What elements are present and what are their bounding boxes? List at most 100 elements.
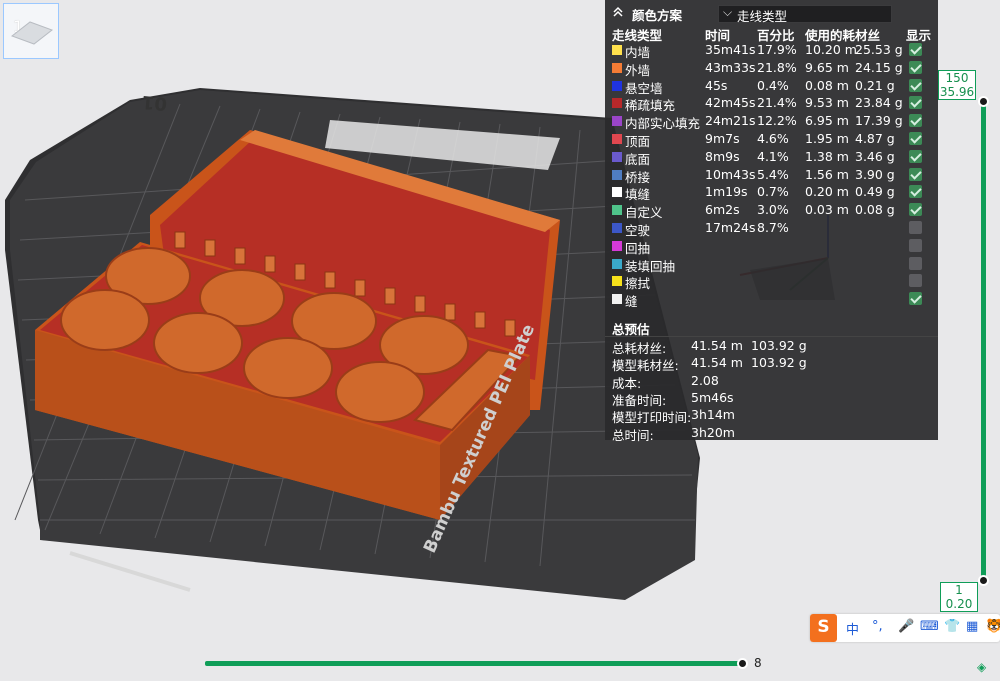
collapse-chevron-icon[interactable]	[611, 5, 625, 19]
ime-language-toggle[interactable]: 中	[846, 619, 859, 638]
visibility-checkbox[interactable]	[909, 149, 922, 163]
legend-weight: 17.39 g	[855, 113, 903, 129]
top-layer-handle[interactable]	[978, 96, 989, 107]
legend-percent: 21.4%	[757, 95, 797, 111]
summary-value: 3h14m	[691, 407, 735, 423]
legend-length: 10.20 m	[805, 42, 857, 57]
legend-row: 填缝 1m19s 0.7% 0.20 m 0.49 g	[605, 184, 938, 202]
sogou-logo-icon[interactable]: S	[810, 614, 837, 642]
legend-color-swatch	[612, 205, 622, 216]
bottom-layer-height: 0.20	[945, 597, 973, 611]
legend-color-swatch	[612, 151, 622, 162]
legend-color-swatch	[612, 62, 622, 73]
legend-percent: 12.2%	[757, 113, 797, 129]
summary-value: 41.54 m	[691, 355, 743, 371]
legend-color-swatch	[612, 223, 622, 233]
view-type-select[interactable]: ⌵ 走线类型	[718, 5, 892, 24]
legend-time: 35m41s	[705, 42, 756, 57]
visibility-checkbox[interactable]	[909, 114, 922, 128]
visibility-checkbox[interactable]	[909, 167, 922, 181]
visibility-checkbox[interactable]	[909, 185, 922, 199]
summary-value: 5m46s	[691, 389, 734, 405]
visibility-checkbox[interactable]	[909, 132, 922, 145]
bottom-layer-handle[interactable]	[978, 575, 989, 586]
microphone-icon[interactable]: 🎤	[898, 619, 914, 634]
legend-weight: 0.21 g	[855, 77, 895, 93]
move-slider-handle[interactable]	[737, 658, 748, 669]
legend-feature-name: 内墙	[625, 45, 651, 60]
legend-percent: 0.7%	[757, 184, 789, 200]
ime-punctuation-toggle[interactable]: °,	[872, 619, 883, 634]
legend-row: 稀疏填充 42m45s 21.4% 9.53 m 23.84 g	[605, 95, 938, 113]
legend-weight: 0.08 g	[855, 202, 895, 218]
legend-feature-name: 稀疏填充	[625, 98, 676, 114]
summary-value-2: 103.92 g	[751, 355, 807, 371]
legend-column-headers: 走线类型 时间 百分比 使用的耗材丝 显示	[605, 25, 938, 43]
summary-row: 模型打印时间: 3h14m	[605, 407, 938, 425]
legend-length: 9.65 m	[805, 59, 849, 75]
ime-toolbar: S 中 °, 🎤 ⌨ 👕 ▦ 🐯	[810, 614, 1000, 642]
legend-row: 装填回抽	[605, 256, 938, 274]
plate-preview-icon	[10, 21, 54, 45]
visibility-checkbox[interactable]	[909, 78, 922, 92]
legend-time: 1m19s	[705, 184, 748, 200]
top-layer-label: 150 35.96	[938, 70, 976, 100]
legend-color-swatch	[612, 294, 622, 305]
legend-time: 9m7s	[705, 131, 740, 146]
legend-length: 0.03 m	[805, 202, 849, 218]
apps-grid-icon[interactable]: ▦	[966, 619, 978, 634]
legend-feature-name: 缝	[625, 294, 638, 310]
legend-color-swatch	[612, 134, 622, 144]
legend-percent: 4.1%	[757, 148, 789, 164]
summary-value: 2.08	[691, 372, 719, 388]
legend-weight: 25.53 g	[855, 42, 903, 57]
visibility-checkbox[interactable]	[909, 256, 922, 270]
visibility-checkbox[interactable]	[909, 292, 922, 306]
legend-length: 6.95 m	[805, 113, 849, 129]
visibility-checkbox[interactable]	[909, 274, 922, 288]
legend-row: 回抽	[605, 238, 938, 256]
chevron-down-icon: ⌵	[723, 5, 733, 19]
legend-percent: 0.4%	[757, 77, 789, 93]
summary-label: 准备时间:	[612, 392, 667, 408]
keyboard-icon[interactable]: ⌨	[920, 619, 939, 634]
move-slider-value: 8	[754, 656, 762, 670]
visibility-checkbox[interactable]	[909, 60, 922, 74]
summary-row: 总耗材丝: 41.54 m 103.92 g	[605, 338, 938, 356]
legend-feature-name: 内部实心填充	[625, 116, 701, 132]
summary-label: 总时间:	[612, 427, 654, 443]
visibility-checkbox[interactable]	[909, 96, 922, 110]
mascot-icon[interactable]: 🐯	[986, 619, 1000, 634]
summary-value: 41.54 m	[691, 338, 743, 353]
legend-feature-name: 填缝	[625, 187, 651, 203]
visibility-checkbox[interactable]	[909, 43, 922, 56]
legend-color-swatch	[612, 80, 622, 91]
summary-label: 总耗材丝:	[612, 341, 667, 356]
legend-color-swatch	[612, 187, 622, 198]
layer-slider-track[interactable]	[981, 102, 986, 580]
view-type-value: 走线类型	[737, 9, 788, 24]
visibility-checkbox[interactable]	[909, 221, 922, 234]
legend-color-swatch	[612, 240, 622, 251]
legend-percent: 8.7%	[757, 220, 789, 235]
legend-length: 9.53 m	[805, 95, 849, 111]
legend-length: 0.20 m	[805, 184, 849, 200]
legend-color-swatch	[612, 98, 622, 109]
layers-icon[interactable]: ◈	[977, 660, 986, 674]
move-slider-track[interactable]	[205, 661, 742, 666]
legend-time: 42m45s	[705, 95, 756, 111]
plate-thumbnail[interactable]: 1	[3, 3, 59, 59]
summary-label: 成本:	[612, 375, 642, 391]
gcode-legend-panel: 颜色方案 ⌵ 走线类型 走线类型 时间 百分比 使用的耗材丝 显示 内墙 35m4…	[605, 0, 938, 443]
legend-row: 桥接 10m43s 5.4% 1.56 m 3.90 g	[605, 167, 938, 185]
skin-icon[interactable]: 👕	[944, 619, 960, 634]
legend-weight: 23.84 g	[855, 95, 903, 111]
visibility-checkbox[interactable]	[909, 203, 922, 217]
legend-length: 1.95 m	[805, 131, 849, 146]
legend-time: 8m9s	[705, 148, 740, 164]
visibility-checkbox[interactable]	[909, 238, 922, 252]
legend-feature-name: 桥接	[625, 169, 651, 185]
summary-row: 总时间: 3h20m	[605, 425, 938, 443]
legend-feature-name: 悬空墙	[625, 80, 663, 96]
legend-length: 1.56 m	[805, 166, 849, 182]
